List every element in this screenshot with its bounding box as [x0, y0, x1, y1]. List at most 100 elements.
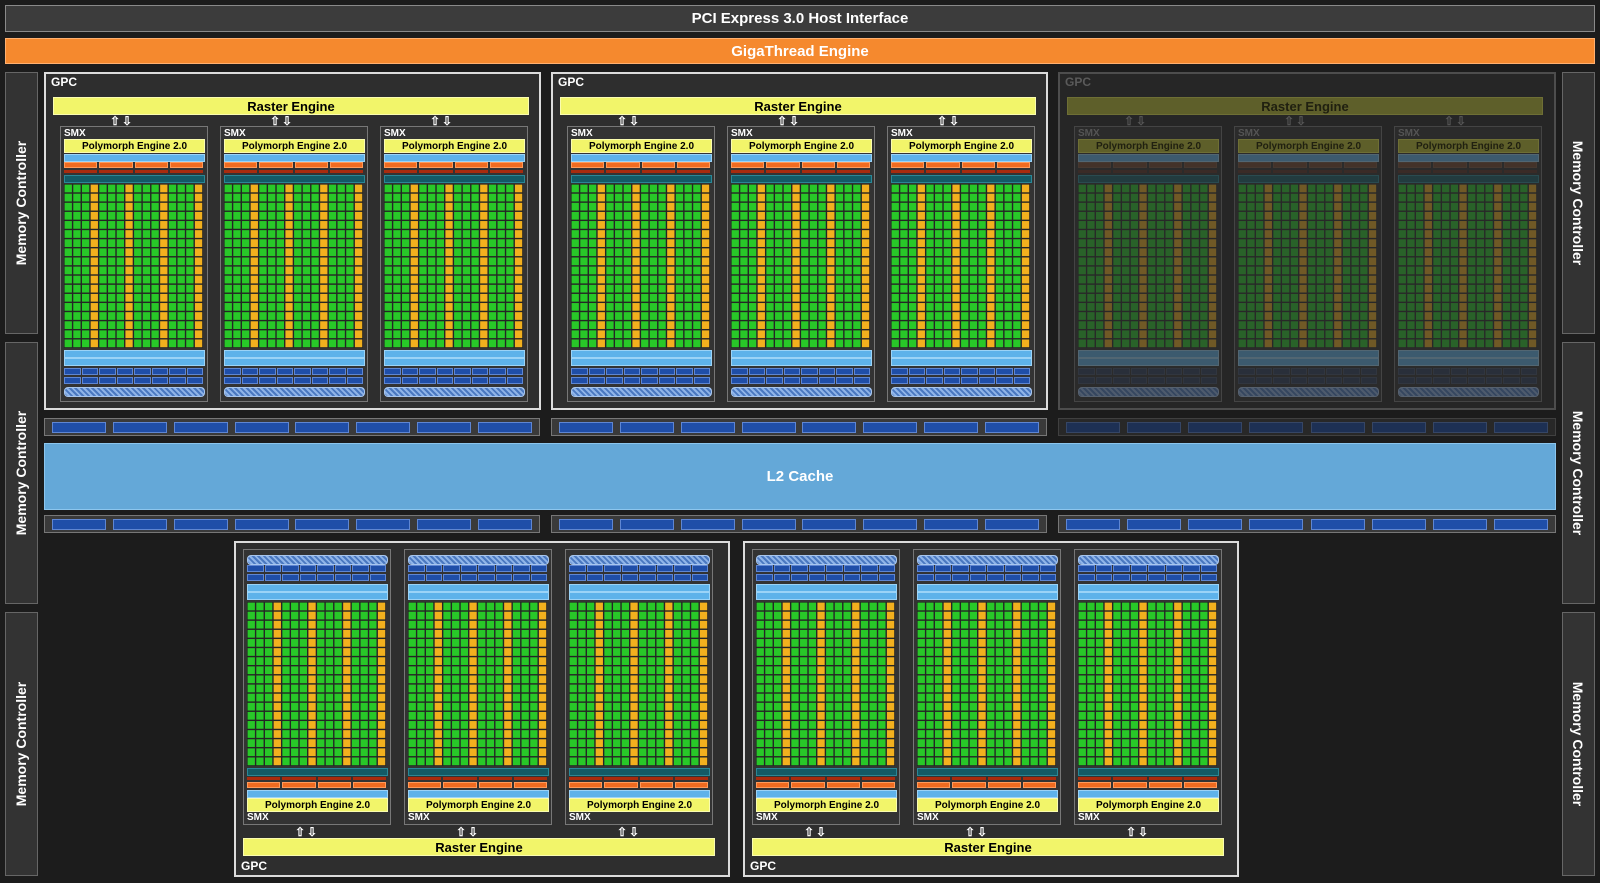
cuda-core [641, 211, 649, 220]
cuda-core [486, 702, 495, 711]
special-function-unit [665, 657, 673, 665]
cuda-core [64, 293, 72, 302]
texture-unit [530, 565, 547, 572]
cuda-core [801, 275, 809, 284]
special-function-unit [285, 275, 293, 284]
special-function-unit [817, 757, 825, 766]
cuda-core [1282, 321, 1290, 329]
special-function-unit [861, 239, 870, 247]
special-function-unit [1047, 684, 1056, 693]
dispatch-segment [952, 777, 986, 780]
cuda-core [604, 730, 612, 738]
cuda-core [675, 248, 684, 257]
cuda-core [658, 193, 666, 202]
cuda-core [1442, 184, 1450, 193]
cuda-core [1013, 293, 1021, 302]
polymorph-engine: Polymorph Engine 2.0 [569, 798, 710, 812]
cuda-core [1087, 284, 1095, 293]
cuda-core [1087, 221, 1095, 229]
cuda-core [588, 339, 597, 348]
cuda-core [1407, 239, 1415, 247]
smx-label: SMX [384, 128, 406, 139]
special-function-unit [1174, 248, 1182, 257]
cuda-core [818, 303, 826, 311]
cuda-core [682, 611, 690, 620]
cuda-core [512, 657, 521, 665]
special-function-unit [1208, 184, 1217, 193]
cuda-core [1468, 184, 1476, 193]
special-function-unit [782, 739, 790, 747]
polymorph-engine: Polymorph Engine 2.0 [408, 798, 549, 812]
texture-unit [1148, 565, 1165, 572]
cuda-core [302, 248, 311, 257]
cuda-core [256, 602, 264, 611]
cuda-core [935, 239, 943, 247]
cuda-core [682, 657, 690, 665]
cuda-core [1130, 211, 1139, 220]
special-function-unit [1174, 221, 1182, 229]
cuda-core [740, 275, 748, 284]
cuda-core [926, 757, 934, 766]
cuda-core [134, 257, 142, 266]
cuda-core [325, 748, 334, 757]
cuda-core [497, 257, 505, 266]
special-function-unit [1264, 257, 1272, 266]
cuda-core [615, 330, 623, 339]
cuda-core [460, 711, 469, 720]
special-function-unit [667, 266, 675, 275]
cuda-core [325, 684, 334, 693]
cuda-core [978, 339, 986, 348]
cuda-core [81, 321, 90, 329]
cuda-core [969, 648, 978, 656]
special-function-unit [1104, 757, 1112, 766]
cuda-core [247, 620, 255, 629]
cuda-core [264, 711, 273, 720]
cuda-core [282, 730, 290, 738]
cuda-core [233, 293, 241, 302]
cuda-core [900, 184, 908, 193]
cuda-core [740, 303, 748, 311]
texture-unit [116, 377, 133, 384]
cuda-core [748, 312, 757, 320]
special-function-unit [343, 693, 351, 702]
special-function-unit [320, 211, 328, 220]
special-function-unit [285, 248, 293, 257]
cuda-core [462, 248, 471, 257]
special-function-unit [1021, 248, 1030, 257]
dispatch-segment [134, 170, 168, 173]
special-function-unit [827, 275, 835, 284]
cuda-core [369, 739, 377, 747]
cuda-core [1342, 230, 1351, 238]
cuda-core [926, 739, 934, 747]
cuda-core [1282, 221, 1290, 229]
cuda-core [809, 230, 818, 238]
texture-unit [1468, 377, 1485, 384]
cuda-core [623, 275, 632, 284]
cuda-core [623, 293, 632, 302]
cuda-core [428, 339, 436, 348]
dispatch-segment [826, 777, 860, 780]
cuda-core [282, 711, 290, 720]
cuda-core [1122, 184, 1130, 193]
cuda-core [1200, 275, 1208, 284]
cuda-core [1113, 312, 1121, 320]
cuda-core [641, 275, 649, 284]
dispatch-segment [247, 777, 281, 780]
cuda-core [530, 620, 538, 629]
special-function-unit [1174, 266, 1182, 275]
special-function-unit [410, 239, 418, 247]
special-function-unit [1264, 321, 1272, 329]
cuda-core [1122, 675, 1130, 684]
cuda-core [1316, 312, 1325, 320]
cuda-core [588, 239, 597, 247]
cuda-core-grid [224, 184, 363, 348]
cuda-core [623, 211, 632, 220]
cuda-core [1039, 721, 1047, 729]
special-function-unit [827, 293, 835, 302]
special-function-unit [757, 303, 765, 311]
special-function-unit [1104, 657, 1112, 665]
special-function-unit [125, 211, 133, 220]
cuda-core [99, 330, 107, 339]
cuda-core [818, 266, 826, 275]
cuda-core [401, 230, 410, 238]
